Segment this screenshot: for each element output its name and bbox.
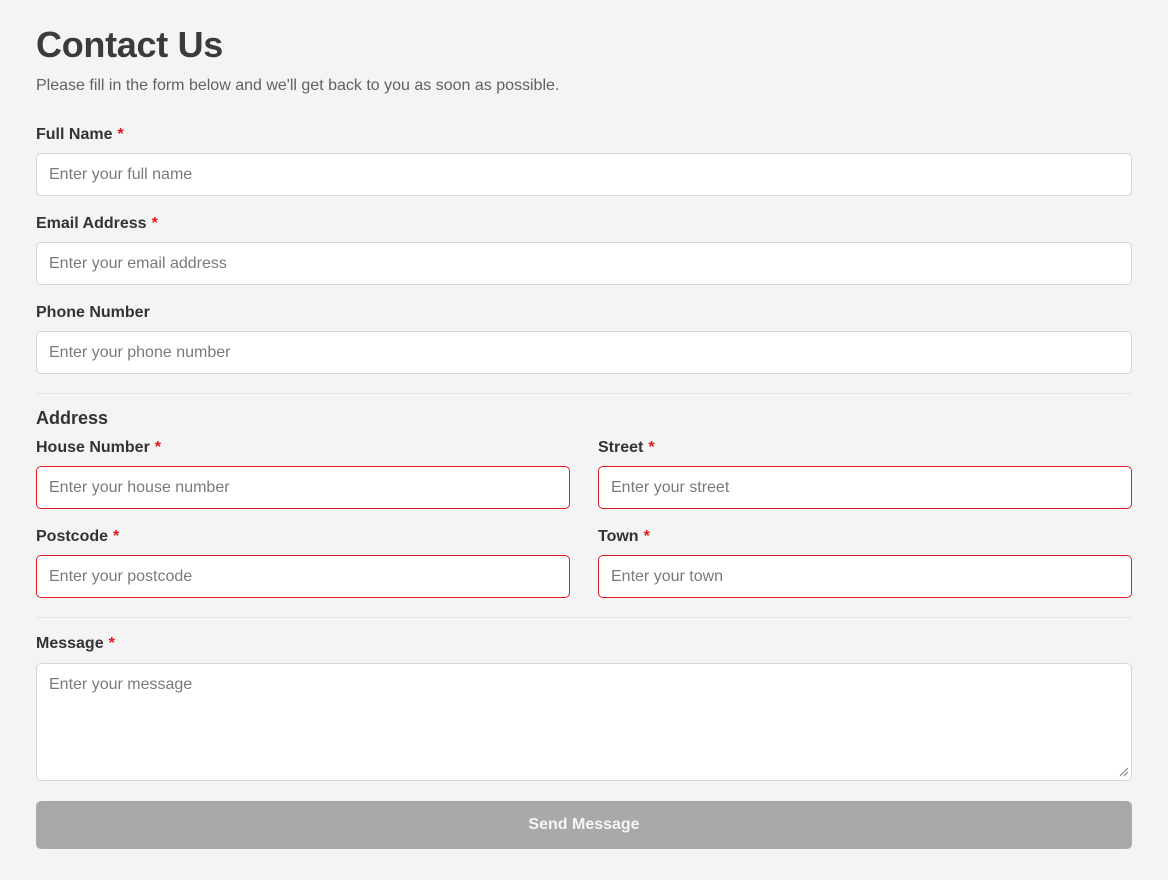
required-marker: *: [643, 528, 650, 545]
required-marker: *: [108, 635, 115, 652]
address-section-title: Address: [36, 408, 109, 428]
phone-input[interactable]: [36, 331, 1132, 374]
full-name-label: Full Name *: [36, 126, 124, 144]
postcode-label: Postcode *: [36, 528, 119, 546]
full-name-label-text: Full Name: [36, 126, 113, 143]
required-marker: *: [113, 528, 120, 545]
postcode-input[interactable]: [36, 555, 570, 598]
house-number-input[interactable]: [36, 466, 570, 509]
page-subtitle: Please fill in the form below and we'll …: [36, 77, 560, 94]
section-divider: [36, 393, 1132, 394]
required-marker: *: [117, 126, 124, 143]
street-label-text: Street: [598, 439, 644, 456]
message-label: Message *: [36, 635, 115, 653]
town-label-text: Town: [598, 528, 639, 545]
street-input[interactable]: [598, 466, 1132, 509]
phone-label-text: Phone Number: [36, 304, 150, 321]
message-textarea[interactable]: [36, 663, 1132, 781]
phone-label: Phone Number: [36, 304, 150, 322]
house-number-label-text: House Number: [36, 439, 150, 456]
required-marker: *: [648, 439, 655, 456]
send-message-button[interactable]: Send Message: [36, 801, 1132, 849]
email-input[interactable]: [36, 242, 1132, 285]
page-title: Contact Us: [36, 24, 224, 65]
house-number-label: House Number *: [36, 439, 161, 457]
message-label-text: Message: [36, 635, 104, 652]
postcode-label-text: Postcode: [36, 528, 109, 545]
section-divider: [36, 617, 1132, 618]
full-name-input[interactable]: [36, 153, 1132, 196]
town-label: Town *: [598, 528, 650, 546]
town-input[interactable]: [598, 555, 1132, 598]
email-label: Email Address *: [36, 215, 158, 233]
required-marker: *: [154, 439, 162, 456]
required-marker: *: [151, 215, 158, 232]
email-label-text: Email Address: [36, 215, 147, 232]
resize-grip-icon[interactable]: [1118, 766, 1129, 777]
contact-form-page: Contact Us Please fill in the form below…: [0, 0, 1168, 880]
street-label: Street *: [598, 439, 655, 457]
